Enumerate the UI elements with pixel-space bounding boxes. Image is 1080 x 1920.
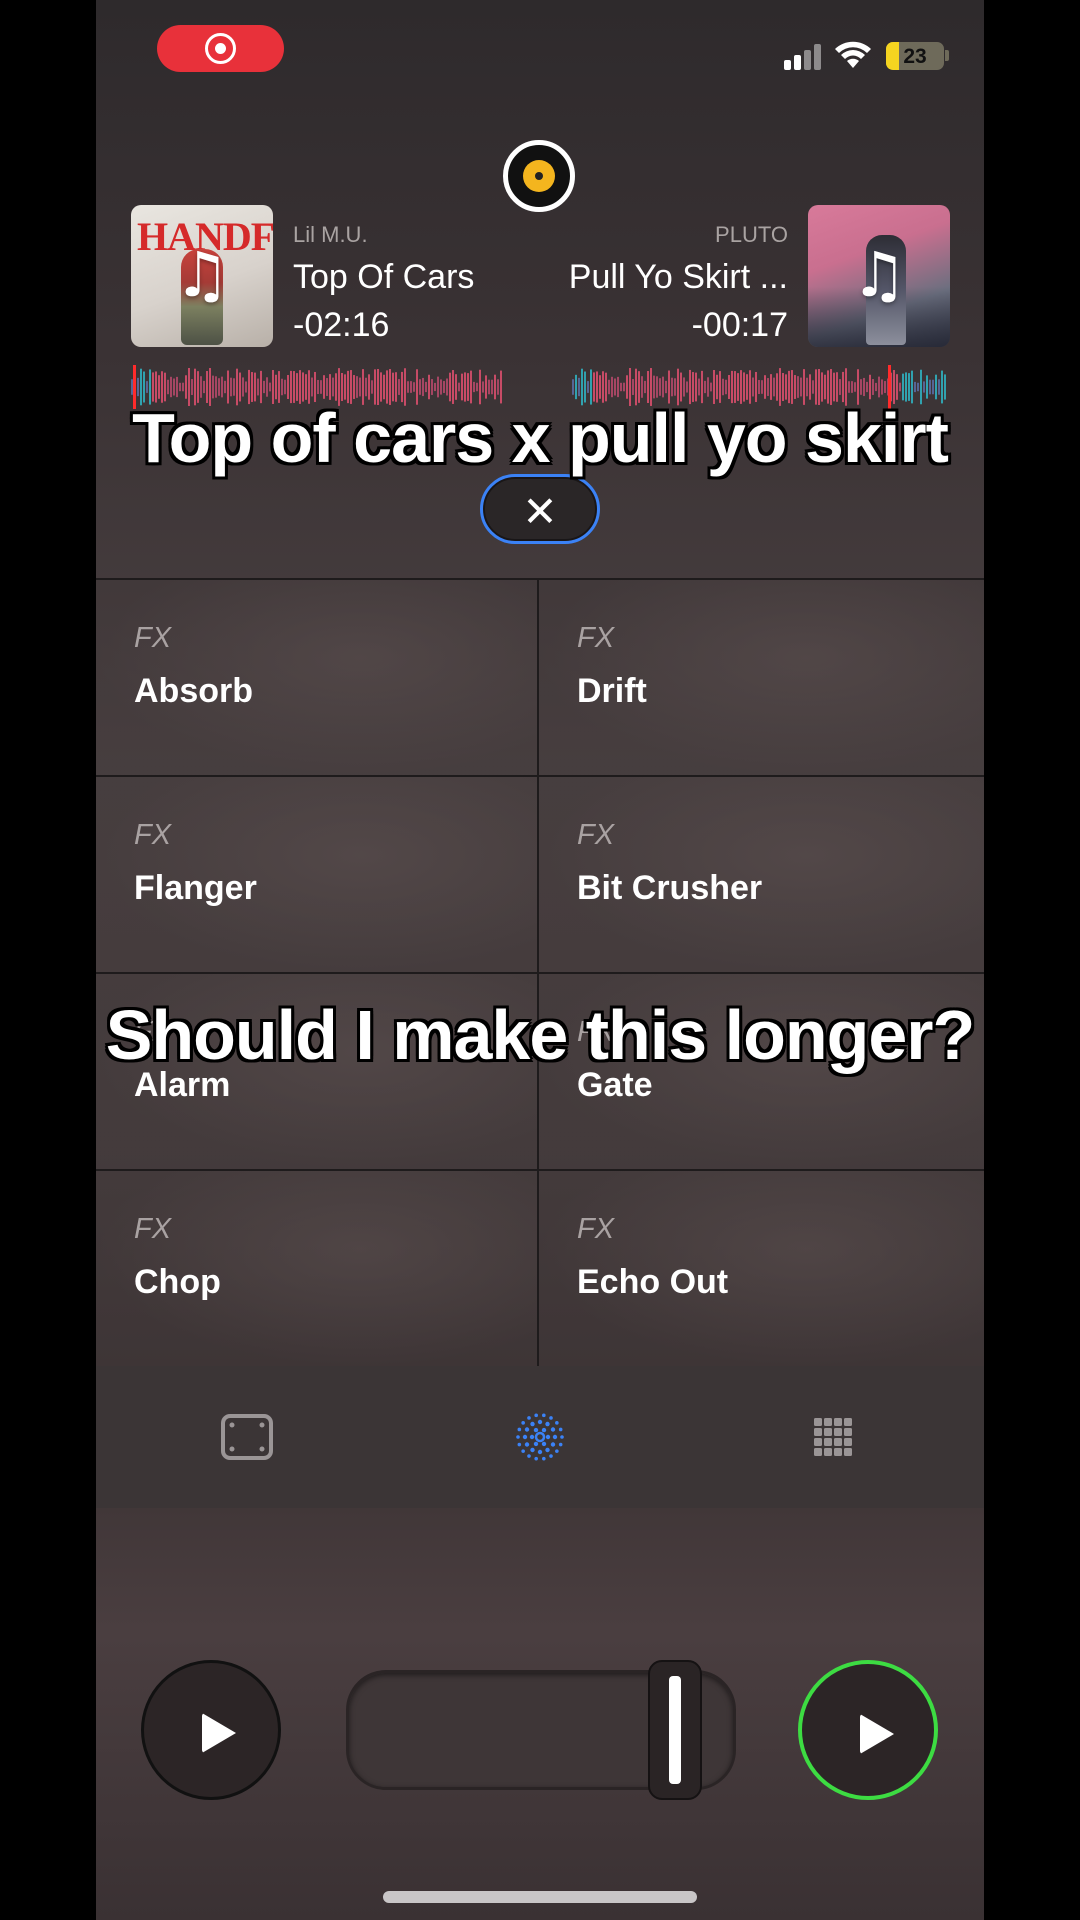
left-deck-cover-art[interactable]: HANDFUL ♫	[131, 205, 273, 347]
home-indicator[interactable]	[383, 1891, 697, 1903]
pad-icon	[221, 1414, 273, 1460]
fx-tag: FX	[577, 1213, 615, 1245]
left-deck-time-remaining: -02:16	[293, 306, 390, 344]
tab-fx[interactable]	[513, 1410, 567, 1464]
fx-tag: FX	[577, 819, 615, 851]
fx-label: Chop	[134, 1263, 221, 1301]
music-note-icon: ♫	[851, 238, 907, 311]
fx-label: Drift	[577, 672, 647, 710]
left-deck-play-button[interactable]	[141, 1660, 281, 1800]
grid-icon	[814, 1418, 852, 1456]
fx-label: Flanger	[134, 869, 257, 907]
fx-tag: FX	[134, 819, 172, 851]
fx-chop[interactable]: FX Chop	[96, 1171, 539, 1368]
cellular-signal-icon	[784, 44, 824, 70]
tab-grid[interactable]	[806, 1410, 860, 1464]
fx-absorb[interactable]: FX Absorb	[96, 580, 539, 777]
fx-label: Absorb	[134, 672, 253, 710]
right-deck-time-remaining: -00:17	[691, 306, 788, 344]
crossfader-handle[interactable]	[648, 1660, 703, 1800]
right-deck-artist: PLUTO	[715, 222, 788, 247]
right-deck-cover-art[interactable]: ♫	[808, 205, 950, 347]
music-note-icon: ♫	[174, 238, 230, 311]
right-deck-play-button[interactable]	[798, 1660, 938, 1800]
wifi-icon	[835, 41, 871, 68]
fx-drift[interactable]: FX Drift	[539, 580, 984, 777]
fx-label: Echo Out	[577, 1263, 729, 1301]
screen-recording-indicator[interactable]	[157, 25, 284, 72]
left-deck-artist: Lil M.U.	[293, 222, 368, 247]
fx-tag: FX	[577, 622, 615, 654]
fx-tag: FX	[134, 622, 172, 654]
video-caption-top: Top of cars x pull yo skirt	[132, 399, 949, 477]
turntable-icon	[523, 160, 555, 192]
right-deck-title: Pull Yo Skirt ...	[568, 258, 788, 296]
fx-grid: FX Absorb FX Drift FX Flanger FX Bit Cru…	[96, 578, 984, 1368]
djay-logo-button[interactable]	[503, 140, 575, 212]
fx-flanger[interactable]: FX Flanger	[96, 777, 539, 974]
play-icon	[860, 1714, 894, 1754]
battery-tip	[945, 50, 949, 61]
djay-app: 23 HANDFUL ♫ Lil M.U. Top Of Cars -02:16…	[96, 0, 984, 1920]
fx-tag: FX	[134, 1213, 172, 1245]
fx-echo-out[interactable]: FX Echo Out	[539, 1171, 984, 1368]
record-icon	[205, 33, 236, 64]
bottom-tab-bar	[96, 1366, 984, 1508]
battery-icon: 23	[886, 42, 944, 70]
left-deck-title: Top Of Cars	[293, 258, 475, 296]
battery-percent: 23	[903, 45, 927, 68]
close-fx-panel-button[interactable]: ✕	[480, 474, 600, 544]
video-caption-middle: Should I make this longer?	[105, 996, 976, 1074]
fx-label: Bit Crusher	[577, 869, 763, 907]
play-icon	[202, 1713, 236, 1753]
fx-bit-crusher[interactable]: FX Bit Crusher	[539, 777, 984, 974]
fx-ring-icon	[516, 1413, 564, 1461]
close-icon: ✕	[522, 487, 558, 536]
tab-pads[interactable]	[220, 1410, 274, 1464]
